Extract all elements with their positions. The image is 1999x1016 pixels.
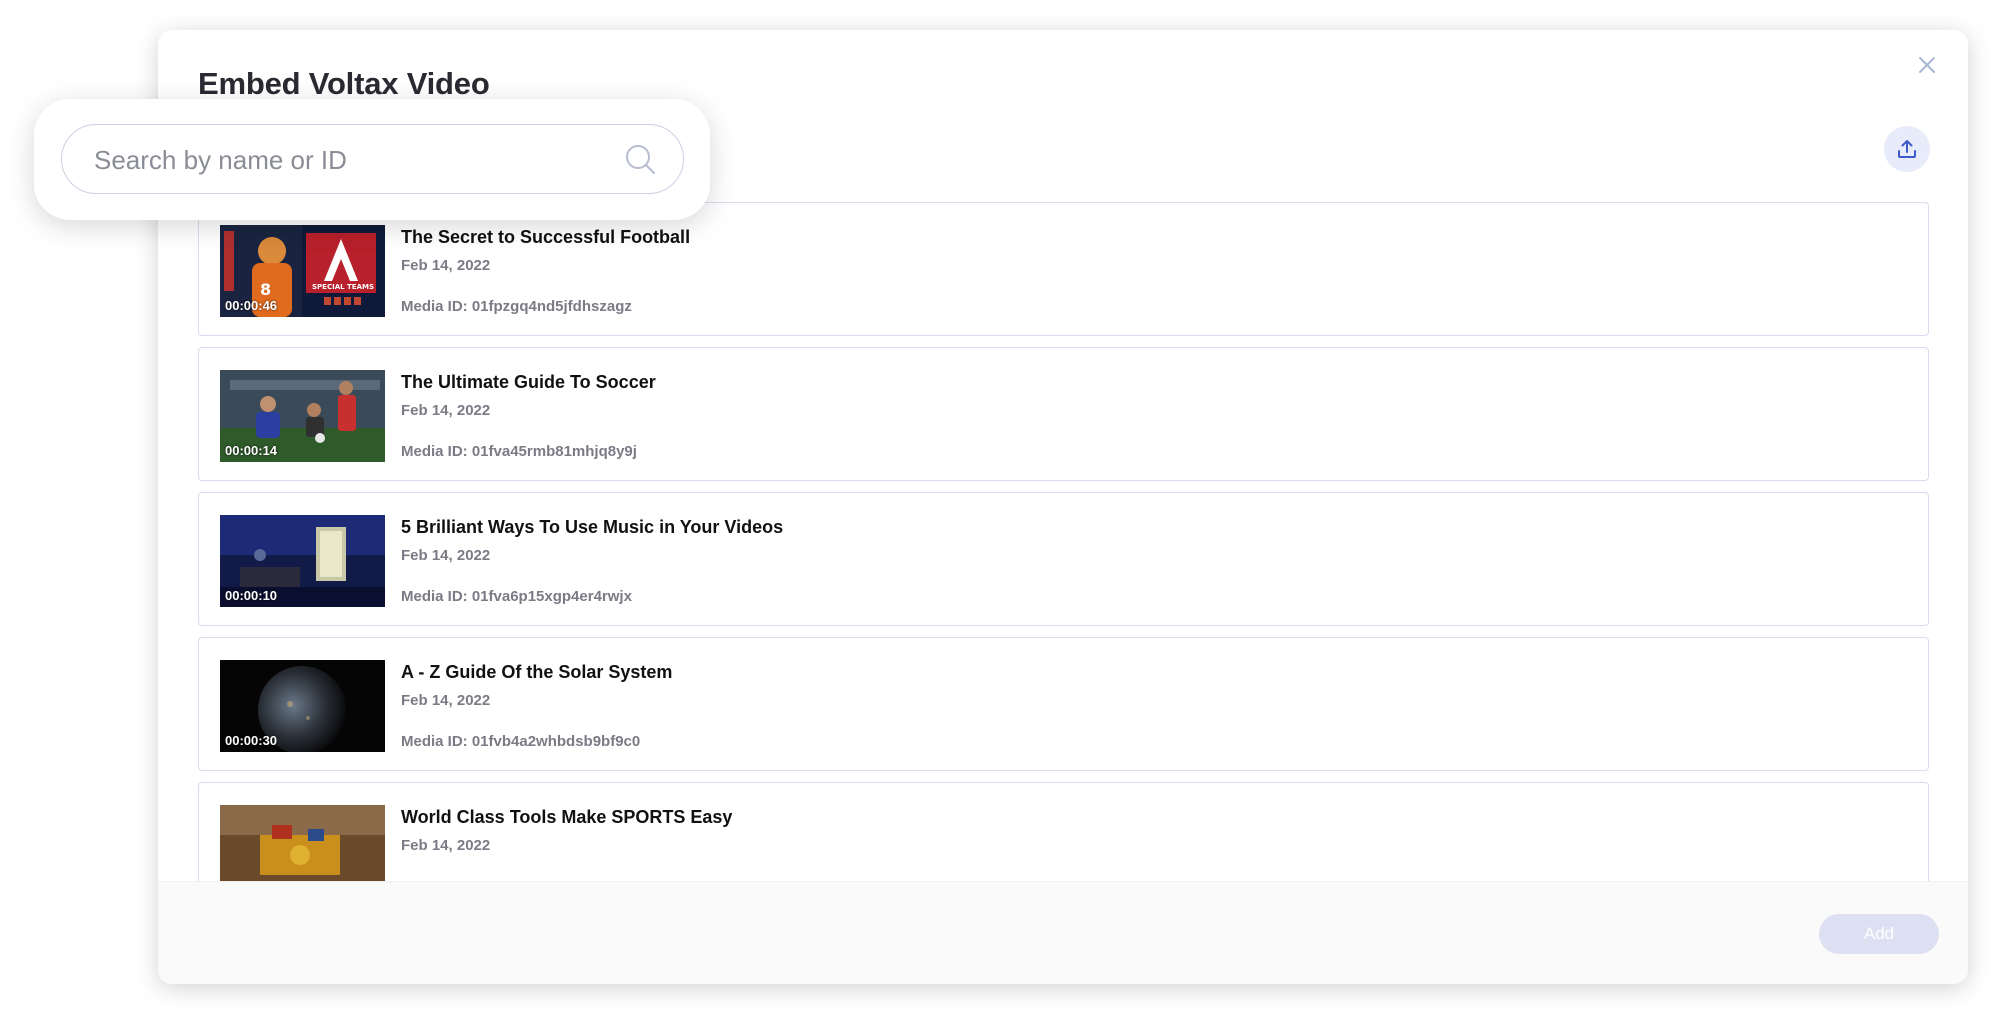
video-title: The Secret to Successful Football xyxy=(401,227,691,247)
video-media-id: Media ID: 01fva45rmb81mhjq8y9j xyxy=(401,443,637,460)
video-date: Feb 14, 2022 xyxy=(401,692,491,709)
video-list-item[interactable]: 8 SPECIAL TEAMS 00:00:46 The Secret to S… xyxy=(198,202,1929,336)
modal-footer: Add xyxy=(158,881,1968,984)
video-thumbnail: 00:00:10 xyxy=(220,515,385,607)
video-thumbnail: 8 SPECIAL TEAMS 00:00:46 xyxy=(220,225,385,317)
video-date: Feb 14, 2022 xyxy=(401,257,491,274)
video-thumbnail: 00:00:30 xyxy=(220,660,385,752)
video-list-item[interactable]: 00:00:30 A - Z Guide Of the Solar System… xyxy=(198,637,1929,771)
search-field[interactable] xyxy=(61,124,684,195)
video-duration: 00:00:14 xyxy=(225,443,278,458)
video-title: A - Z Guide Of the Solar System xyxy=(401,662,673,682)
svg-text:SPECIAL TEAMS: SPECIAL TEAMS xyxy=(312,283,374,291)
video-duration: 00:00:10 xyxy=(225,588,278,603)
video-date: Feb 14, 2022 xyxy=(401,837,491,854)
video-media-id: Media ID: 01fvb4a2whbdsb9bf9c0 xyxy=(401,733,641,750)
search-icon[interactable] xyxy=(623,142,657,176)
video-duration: 00:00:46 xyxy=(225,298,278,313)
upload-button[interactable] xyxy=(1884,126,1930,172)
video-list[interactable]: 8 SPECIAL TEAMS 00:00:46 The Secret to S… xyxy=(198,202,1929,912)
video-list-item[interactable]: 00:00:10 5 Brilliant Ways To Use Music i… xyxy=(198,492,1929,626)
close-button[interactable] xyxy=(1912,50,1942,80)
video-media-id: Media ID: 01fpzgq4nd5jfdhszagz xyxy=(401,298,632,315)
close-icon xyxy=(1919,57,1935,73)
upload-icon xyxy=(1898,140,1916,158)
search-input[interactable] xyxy=(92,125,616,195)
video-media-id: Media ID: 01fva6p15xgp4er4rwjx xyxy=(401,588,632,605)
search-callout xyxy=(34,99,710,220)
video-title: The Ultimate Guide To Soccer xyxy=(401,372,656,392)
svg-text:8: 8 xyxy=(260,280,271,299)
video-title: 5 Brilliant Ways To Use Music in Your Vi… xyxy=(401,517,784,537)
video-list-item[interactable]: 00:00:14 The Ultimate Guide To Soccer Fe… xyxy=(198,347,1929,481)
video-date: Feb 14, 2022 xyxy=(401,402,491,419)
video-thumbnail: 00:00:14 xyxy=(220,370,385,462)
video-duration: 00:00:30 xyxy=(225,733,278,748)
video-title: World Class Tools Make SPORTS Easy xyxy=(401,807,733,827)
modal-title: Embed Voltax Video xyxy=(198,66,490,101)
video-date: Feb 14, 2022 xyxy=(401,547,491,564)
add-button[interactable]: Add xyxy=(1819,914,1939,954)
